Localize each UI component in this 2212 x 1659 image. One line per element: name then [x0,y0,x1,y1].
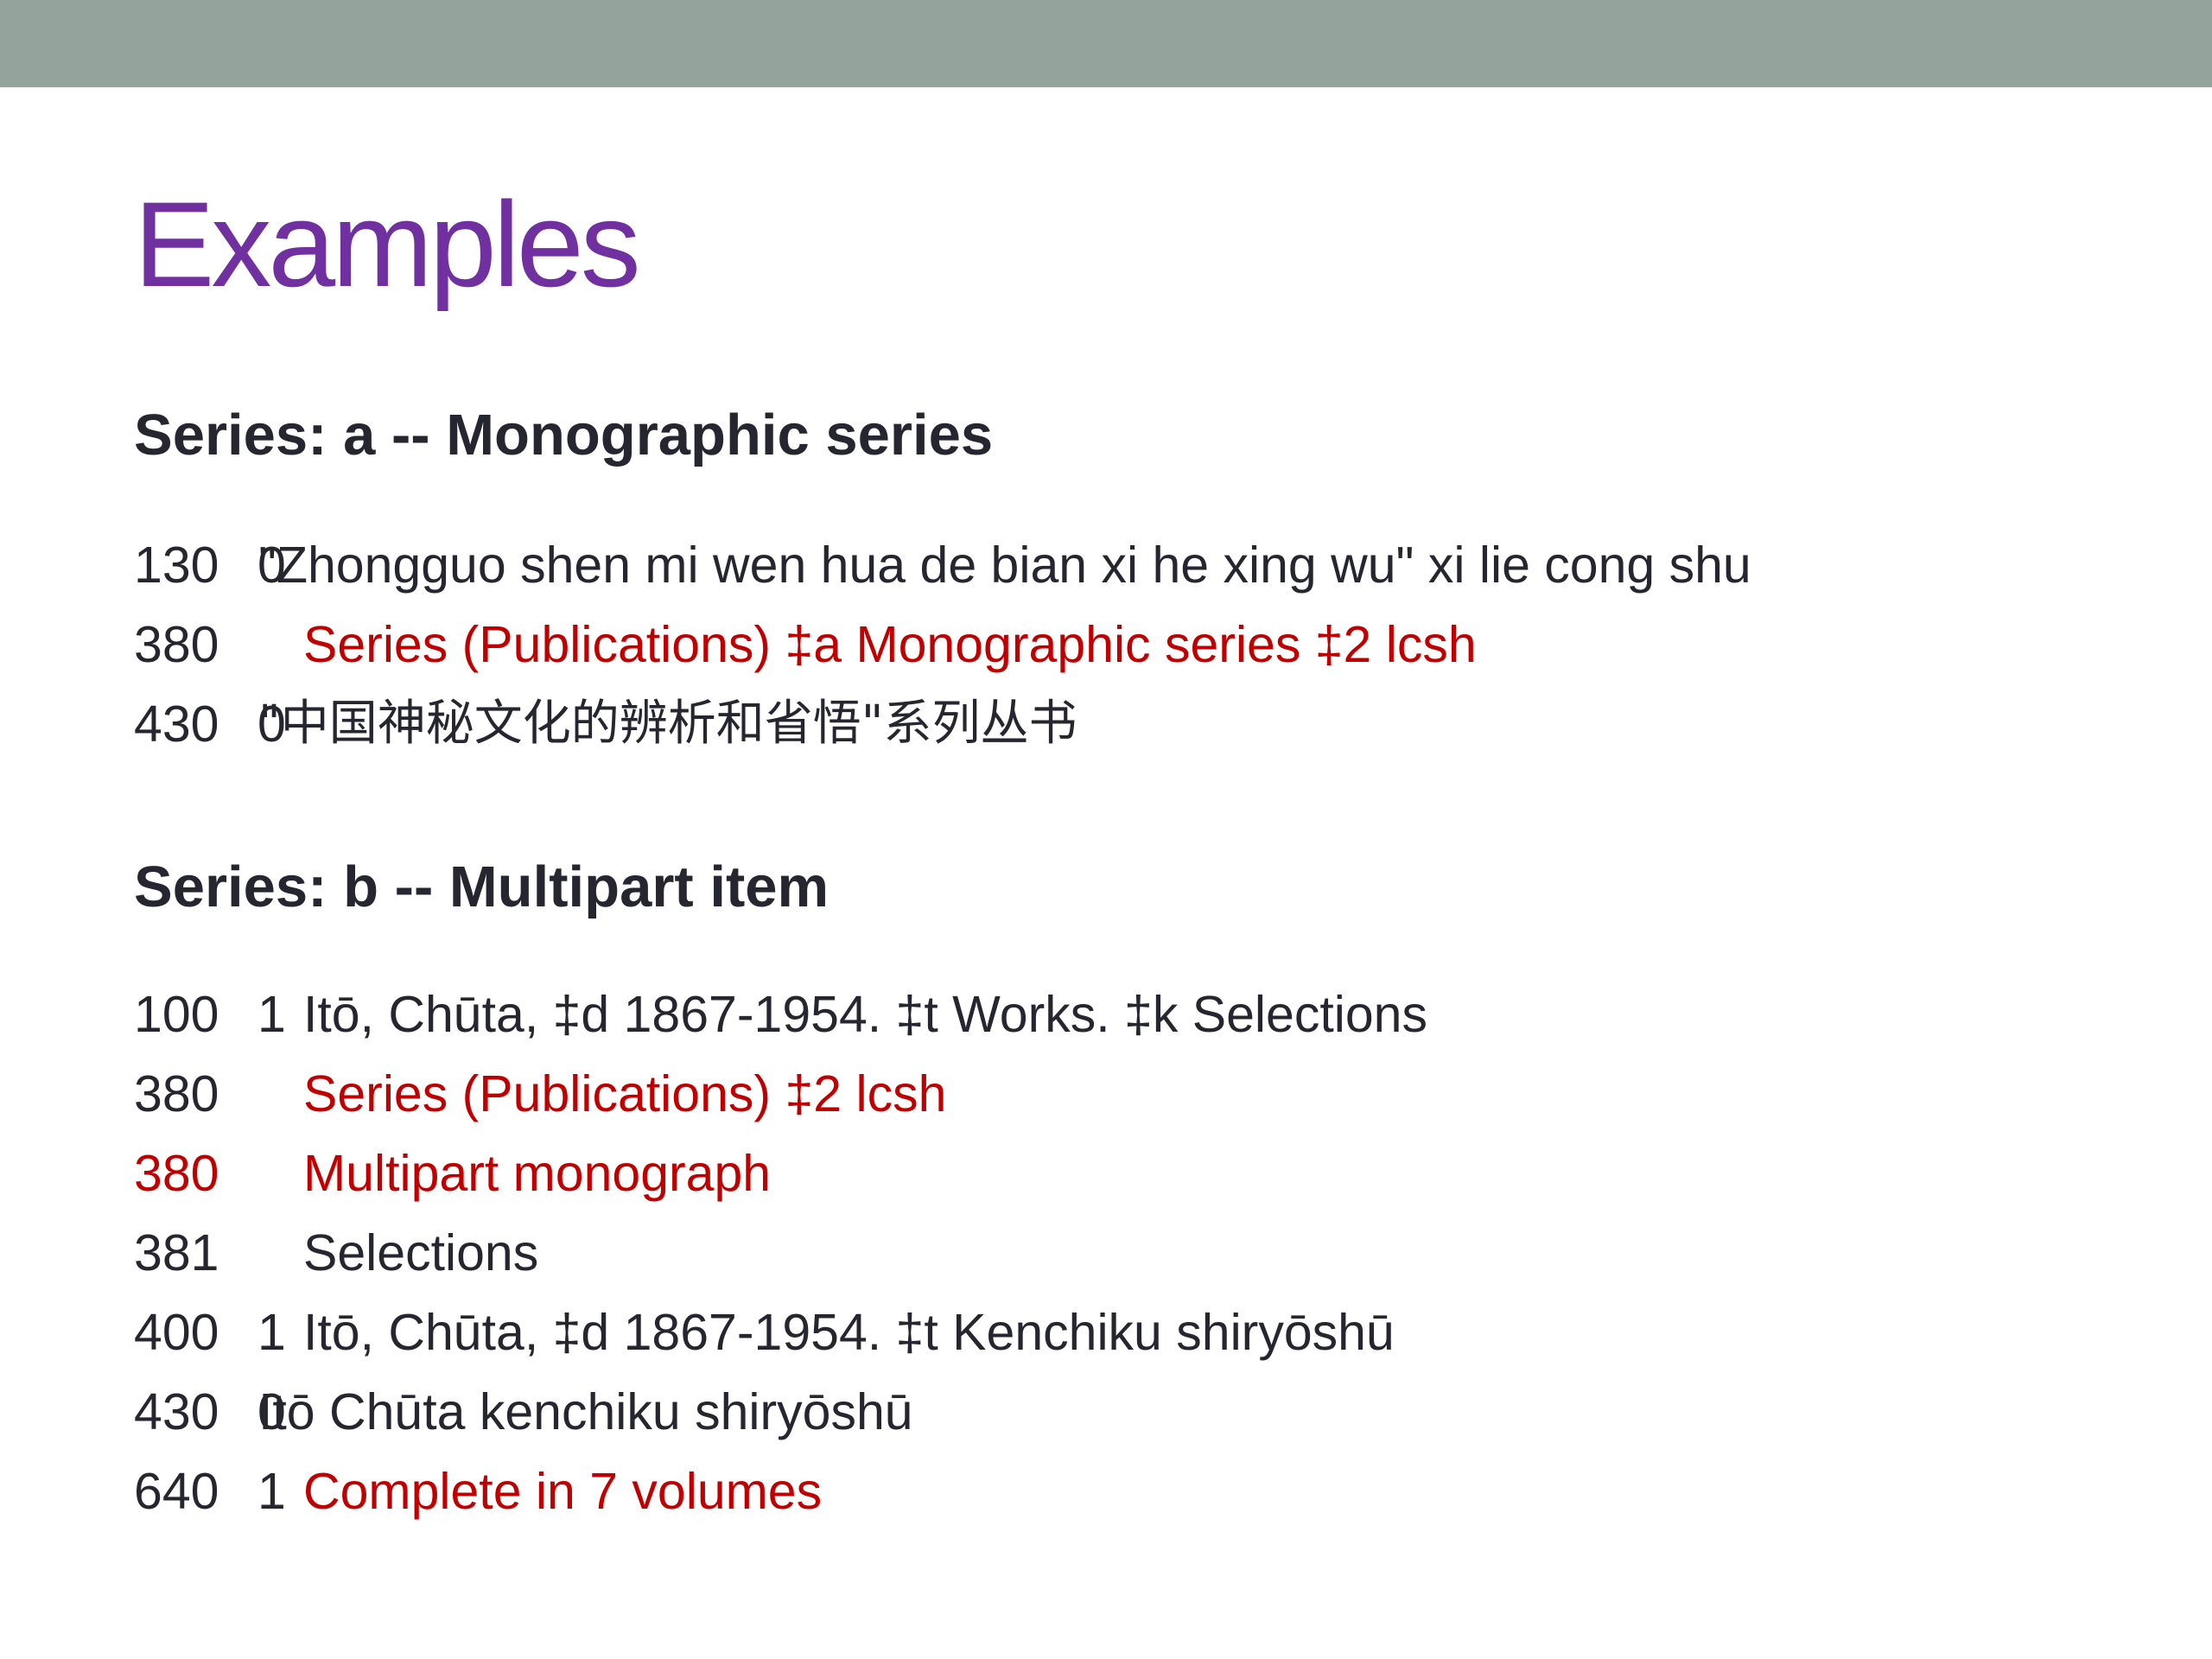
record-tag: 400 [134,1304,219,1361]
record-indicator: 1 [257,1304,286,1361]
record-tag: 380 [134,1065,219,1122]
record-content: Itō, Chūta, ‡d 1867-1954. ‡t Kenchiku sh… [303,1304,1395,1361]
record-indicator: 1 [257,1463,286,1520]
record-content: "中国神秘文化的辨析和省悟"系列丛书 [258,696,1077,752]
record-line: 430 0 "中国神秘文化的辨析和省悟"系列丛书 [134,690,2173,759]
record-line: 380 Series (Publications) ‡a Monographic… [134,610,2173,679]
record-tag: 380 [134,616,219,673]
record-line: 430 0 Itō Chūta kenchiku shiryōshū [134,1377,2173,1446]
record-line: 380 Multipart monograph [134,1139,2173,1208]
record-content: Itō Chūta kenchiku shiryōshū [258,1383,913,1440]
record-line: 130 0 "Zhongguo shen mi wen hua de bian … [134,531,2173,600]
record-content: Itō, Chūta, ‡d 1867-1954. ‡t Works. ‡k S… [303,986,1427,1043]
record-content: Selections [303,1224,539,1281]
record-line: 100 1 Itō, Chūta, ‡d 1867-1954. ‡t Works… [134,980,2173,1049]
record-line: 380 Series (Publications) ‡2 lcsh [134,1059,2173,1128]
record-content: Series (Publications) ‡2 lcsh [303,1065,947,1122]
record-line: 400 1 Itō, Chūta, ‡d 1867-1954. ‡t Kench… [134,1298,2173,1367]
section-heading-b: Series: b -- Multipart item [134,855,830,919]
record-tag: 100 [134,986,219,1043]
record-tag: 130 [134,537,219,594]
slide: Examples Series: a -- Monographic series… [0,0,2212,1659]
record-tag: 430 [134,696,219,753]
record-content: Series (Publications) ‡a Monographic ser… [303,616,1477,673]
record-content: Complete in 7 volumes [303,1463,823,1520]
record-tag: 430 [134,1383,219,1440]
record-tag: 640 [134,1463,219,1520]
record-line: 640 1 Complete in 7 volumes [134,1457,2173,1526]
section-heading-a: Series: a -- Monographic series [134,403,994,467]
top-bar [0,0,2212,87]
record-indicator: 1 [257,986,286,1043]
record-line: 381 Selections [134,1218,2173,1287]
record-tag: 380 [134,1145,219,1202]
slide-title: Examples [134,176,641,312]
record-content: Multipart monograph [303,1145,772,1202]
record-tag: 381 [134,1224,219,1281]
record-content: "Zhongguo shen mi wen hua de bian xi he … [258,537,1751,594]
